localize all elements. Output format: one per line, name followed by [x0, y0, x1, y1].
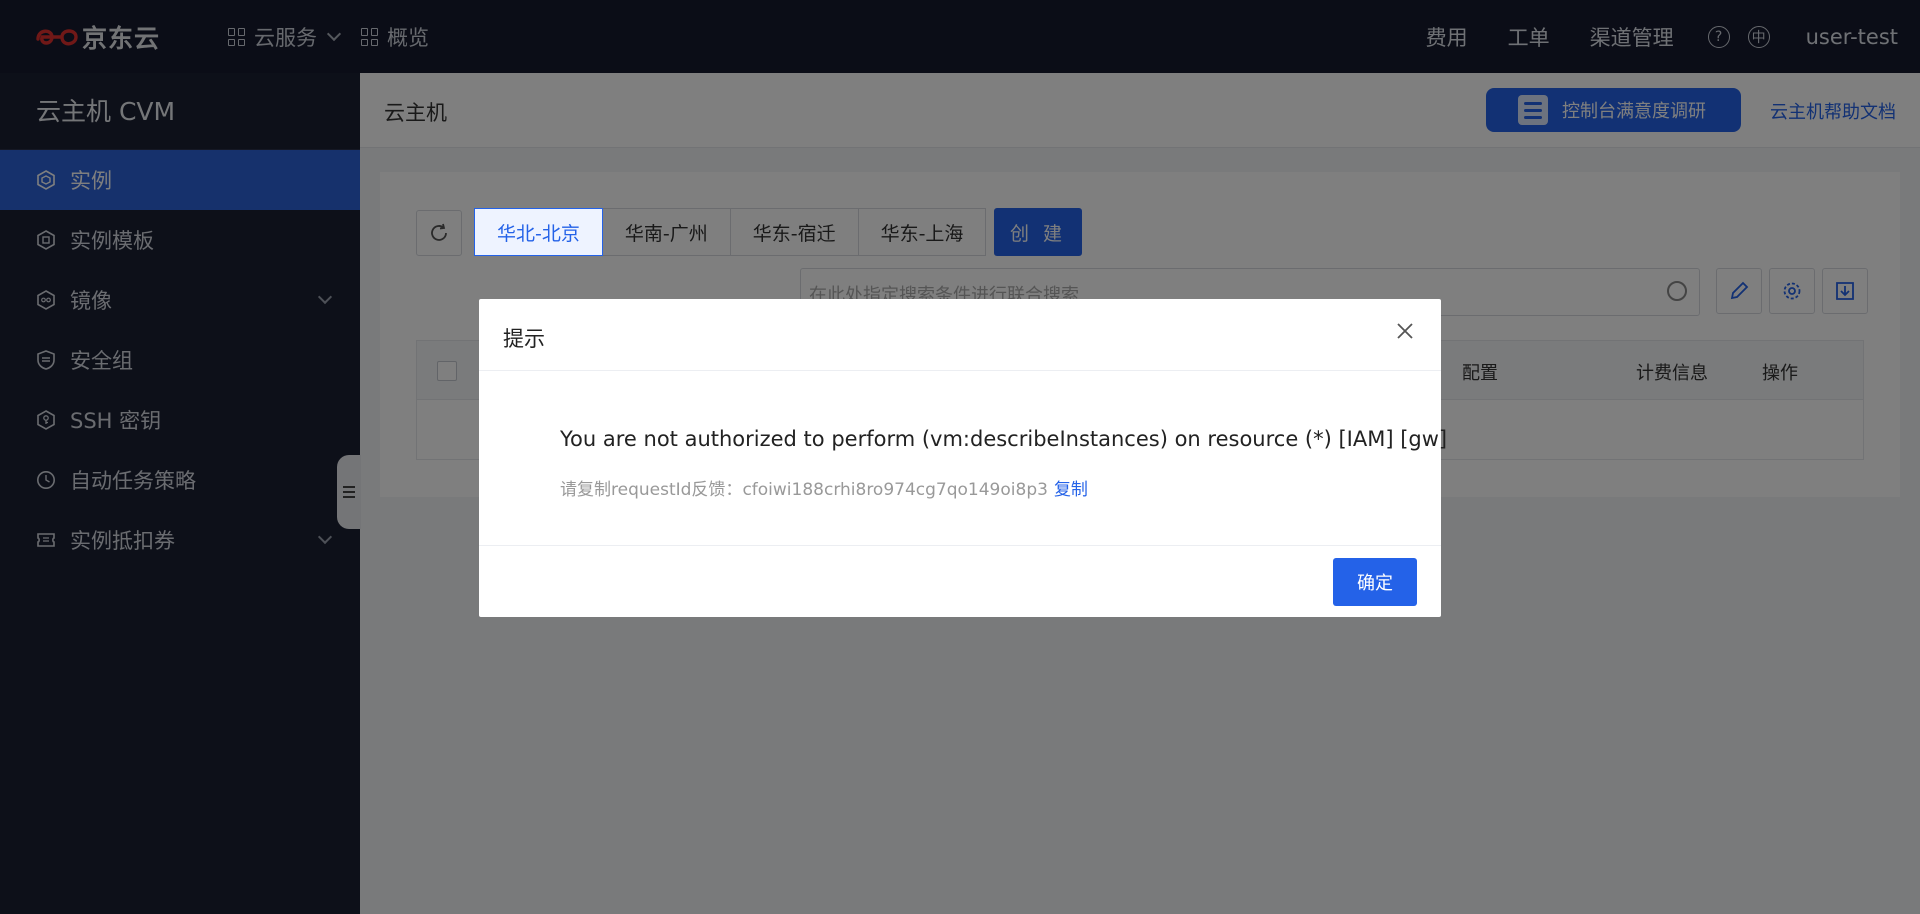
error-message: You are not authorized to perform (vm:de…	[560, 427, 1448, 451]
close-icon[interactable]	[1393, 319, 1417, 343]
dialog-body: You are not authorized to perform (vm:de…	[479, 371, 1447, 546]
dialog-title: 提示	[503, 327, 545, 351]
permission-error-dialog: 提示 You are not authorized to perform (vm…	[479, 299, 1447, 617]
region-tab-beijing[interactable]: 华北-北京	[474, 208, 603, 256]
copy-request-id-link[interactable]: 复制	[1054, 480, 1088, 500]
request-id-line: 请复制requestId反馈：cfoiwi188crhi8ro974cg7qo1…	[560, 475, 1088, 500]
confirm-button[interactable]: 确定	[1333, 558, 1417, 606]
request-id-prefix: 请复制requestId反馈：	[560, 480, 743, 500]
dialog-header: 提示	[479, 299, 1441, 371]
request-id-value: cfoiwi188crhi8ro974cg7qo149oi8p3	[742, 480, 1048, 500]
